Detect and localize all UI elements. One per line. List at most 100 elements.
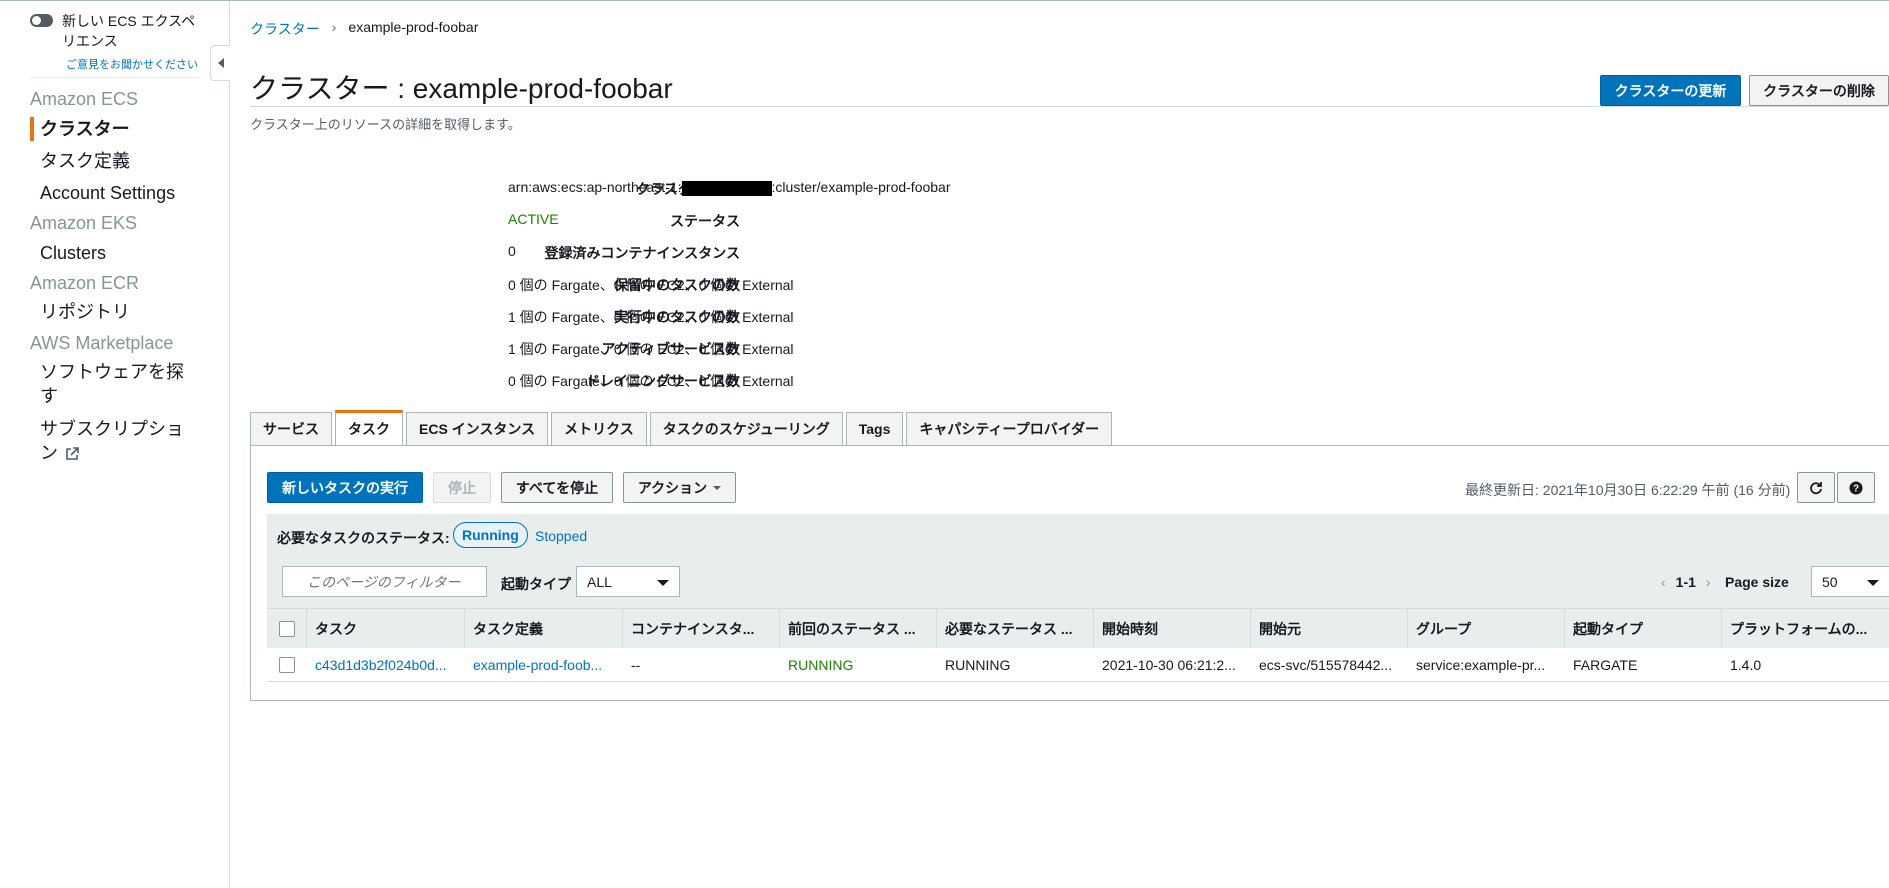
nav-item-discover-software[interactable]: ソフトウェアを探す [40, 360, 200, 408]
table-header-row: タスク タスク定義 コンテナインスタ... 前回のステータス ... 必要なステ… [267, 608, 1889, 648]
column-header-container-instance[interactable]: コンテナインスタ... [623, 609, 780, 648]
page-range: 1-1 [1675, 574, 1696, 590]
tab-services[interactable]: サービス [250, 412, 332, 445]
nav-item-account-settings[interactable]: Account Settings [40, 181, 200, 205]
nav-item-subscriptions[interactable]: サブスクリプション [40, 417, 200, 465]
column-header-last-status[interactable]: 前回のステータス ... [780, 609, 937, 648]
column-header-launch-type[interactable]: 起動タイプ [1565, 609, 1722, 648]
nav-item-eks-clusters[interactable]: Clusters [40, 241, 200, 265]
property-registered-instances: 登録済みコンテナインスタンス 0 [250, 243, 1150, 263]
task-id-cell: c43d1d3b2f024b0d... [307, 648, 465, 681]
property-active-services: アクティブサービス数 1 個の Fargate、0 個の EC2、0 個の Ex… [250, 339, 1150, 359]
task-definition-link[interactable]: example-prod-foob... [473, 657, 602, 673]
tab-capacity-providers[interactable]: キャパシティープロバイダー [906, 412, 1113, 445]
tab-tags[interactable]: Tags [845, 412, 904, 445]
container-instance-cell: -- [631, 656, 641, 673]
column-header-task-definition[interactable]: タスク定義 [465, 609, 623, 648]
property-draining-services: ドレイニングサービス数 0 個の Fargate、0 個の EC2、0 個の E… [250, 371, 1150, 391]
column-header-started-at[interactable]: 開始時刻 [1094, 609, 1251, 648]
next-page-icon[interactable]: › [1706, 574, 1711, 590]
last-updated-text: 最終更新日: 2021年10月30日 6:22:29 午前 (16 分前) [1465, 482, 1791, 498]
tab-tasks[interactable]: タスク [335, 410, 403, 445]
main-content: クラスター › example-prod-foobar クラスター : exam… [250, 1, 1889, 888]
pagination: ‹ 1-1 › [1661, 574, 1711, 590]
tab-ecs-instances[interactable]: ECS インスタンス [406, 412, 549, 445]
row-checkbox[interactable] [279, 656, 295, 673]
launch-type-select[interactable]: ALL [576, 566, 680, 597]
tab-scheduled-tasks[interactable]: タスクのスケジューリング [649, 412, 843, 445]
launch-type-label: 起動タイプ [501, 576, 571, 592]
toggle-switch-icon[interactable] [30, 14, 53, 27]
nav-item-task-definitions[interactable]: タスク定義 [40, 149, 200, 173]
property-value: 1 個の Fargate、0 個の EC2、0 個の External [508, 309, 794, 325]
column-header-desired-status[interactable]: 必要なステータス ... [937, 609, 1094, 648]
page-size-value: 50 [1822, 573, 1838, 590]
stop-button[interactable]: 停止 [433, 472, 491, 503]
breadcrumb-current: example-prod-foobar [348, 19, 479, 35]
nav-item-clusters[interactable]: クラスター [40, 117, 200, 141]
property-value: 1 個の Fargate、0 個の EC2、0 個の External [508, 341, 794, 357]
column-header-group[interactable]: グループ [1408, 609, 1565, 648]
property-value: 0 個の Fargate、0 個の EC2、0 個の External [508, 373, 794, 389]
started-by-cell: ecs-svc/515578442... [1259, 656, 1393, 673]
update-cluster-button[interactable]: クラスターの更新 [1600, 75, 1741, 106]
property-value: arn:aws:ecs:ap-northeast-1: :cluster/exam… [508, 179, 951, 196]
dropdown-arrow-icon [657, 580, 669, 586]
page-size-select[interactable]: 50 [1811, 566, 1889, 597]
chevron-down-icon [713, 485, 722, 490]
column-header-task[interactable]: タスク [307, 609, 465, 648]
property-running-tasks: 実行中のタスクの数 1 個の Fargate、0 個の EC2、0 個の Ext… [250, 307, 1150, 327]
help-button[interactable]: ? [1837, 472, 1875, 503]
page-title: クラスター : example-prod-foobar [250, 73, 673, 104]
task-id-link[interactable]: c43d1d3b2f024b0d... [315, 657, 447, 673]
task-definition-cell: example-prod-foob... [465, 648, 623, 681]
property-status: ステータス ACTIVE [250, 211, 1150, 231]
tasks-toolbar: 新しいタスクの実行 停止 すべてを停止 アクション [267, 472, 736, 503]
help-icon: ? [1849, 481, 1863, 494]
select-all-cell [267, 609, 307, 648]
desired-status-label: 必要なタスクのステータス: [277, 530, 450, 546]
prev-page-icon[interactable]: ‹ [1661, 574, 1666, 590]
new-experience-label: 新しい ECS エクスペリエンス [62, 13, 196, 49]
title-divider [250, 106, 1889, 107]
breadcrumb: クラスター › example-prod-foobar [250, 19, 478, 39]
running-filter-pill[interactable]: Running [453, 522, 528, 548]
breadcrumb-separator-icon: › [331, 19, 337, 35]
row-select-cell [267, 648, 307, 681]
feedback-link[interactable]: ご意見をお聞かせください [66, 56, 198, 72]
column-header-started-by[interactable]: 開始元 [1251, 609, 1408, 648]
sidebar: 新しい ECS エクスペリエンス ご意見をお聞かせください Amazon ECS… [0, 1, 230, 888]
status-value: ACTIVE [508, 211, 559, 227]
filter-area: 必要なタスクのステータス: Running Stopped 起動タイプ ALL … [267, 514, 1889, 682]
column-header-platform-version[interactable]: プラットフォームの... [1722, 609, 1889, 648]
table-row[interactable]: c43d1d3b2f024b0d... example-prod-foob...… [267, 648, 1889, 682]
nav-section-amazon-eks: Amazon EKS [30, 213, 138, 233]
active-indicator [30, 117, 34, 141]
tab-metrics[interactable]: メトリクス [551, 412, 647, 445]
arn-suffix: :cluster/example-prod-foobar [771, 179, 951, 195]
collapse-sidebar-button[interactable] [210, 45, 230, 81]
run-new-task-button[interactable]: 新しいタスクの実行 [267, 472, 423, 503]
nav-item-repositories[interactable]: リポジトリ [40, 300, 200, 324]
stopped-filter-link[interactable]: Stopped [535, 528, 587, 544]
delete-cluster-button[interactable]: クラスターの削除 [1749, 75, 1889, 106]
svg-text:?: ? [1853, 483, 1859, 494]
desired-status-cell: RUNNING [945, 656, 1011, 673]
page-size-label: Page size [1725, 574, 1789, 590]
select-all-checkbox[interactable] [278, 620, 295, 637]
tab-bar: サービス タスク ECS インスタンス メトリクス タスクのスケジューリング T… [250, 410, 1113, 445]
refresh-button[interactable] [1797, 472, 1835, 503]
property-arn: クラスター ARN arn:aws:ecs:ap-northeast-1::cl… [250, 179, 1150, 199]
new-experience-toggle[interactable]: 新しい ECS エクスペリエンス [30, 11, 202, 51]
nav-section-amazon-ecs: Amazon ECS [30, 89, 139, 109]
page-subtitle: クラスター上のリソースの詳細を取得します。 [250, 117, 521, 132]
tasks-panel: 新しいタスクの実行 停止 すべてを停止 アクション 最終更新日: 2021年10… [250, 445, 1889, 701]
stop-all-button[interactable]: すべてを停止 [501, 472, 613, 503]
property-value: 0 [508, 243, 516, 259]
group-cell: service:example-pr... [1416, 656, 1546, 673]
breadcrumb-clusters-link[interactable]: クラスター [250, 19, 320, 39]
page-filter-input[interactable] [282, 566, 487, 597]
arn-prefix: arn:aws:ecs:ap-northeast-1: [508, 179, 682, 195]
property-label: 登録済みコンテナインスタンス [544, 245, 740, 261]
actions-dropdown[interactable]: アクション [623, 472, 736, 503]
